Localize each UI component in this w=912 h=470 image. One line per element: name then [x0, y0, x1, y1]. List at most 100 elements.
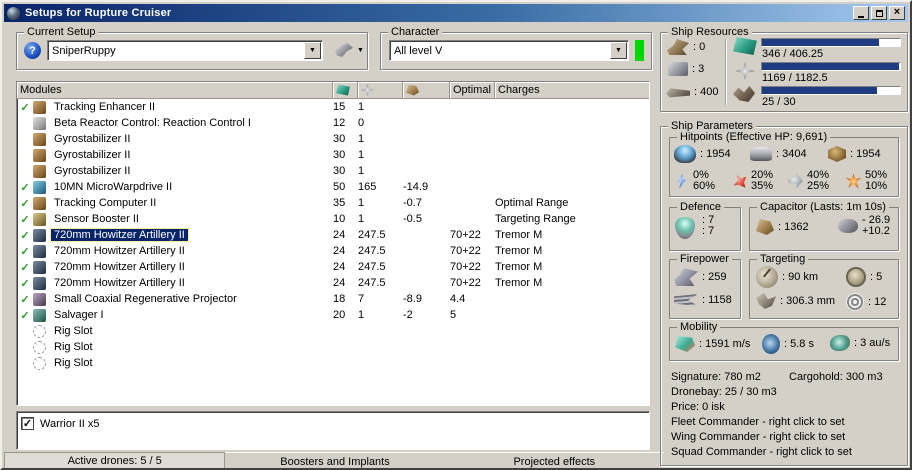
defence-value-2: : 7	[702, 225, 715, 237]
em-resist: 0% 60%	[674, 170, 715, 192]
module-name: 720mm Howitzer Artillery II	[54, 245, 185, 257]
module-row[interactable]: Beta Reactor Control: Reaction Control I…	[17, 115, 649, 131]
module-row[interactable]: Rig Slot	[17, 323, 649, 339]
module-row[interactable]: Gyrostabilizer II 30 1	[17, 147, 649, 163]
column-header-cpu[interactable]	[333, 82, 358, 98]
powergrid-bar	[761, 62, 901, 71]
column-header-powergrid[interactable]	[358, 82, 403, 98]
character-select[interactable]: All level V ▼	[389, 40, 629, 61]
module-powergrid: 247.5	[358, 245, 386, 257]
squad-commander-slot[interactable]: Squad Commander - right click to set	[671, 446, 852, 458]
module-row[interactable]: Rig Slot	[17, 355, 649, 371]
module-cpu: 30	[333, 133, 346, 145]
module-row[interactable]: ✓ 720mm Howitzer Artillery II 24 247.5 70+22…	[17, 259, 649, 275]
column-header-charges[interactable]: Charges	[495, 82, 649, 98]
active-drones-panel-header[interactable]: Active drones: 5 / 5	[4, 452, 226, 468]
projected-effects-panel-header[interactable]: Projected effects	[444, 452, 664, 468]
wing-commander-slot[interactable]: Wing Commander - right click to set	[671, 431, 845, 443]
setup-tools-button[interactable]: ▼	[331, 41, 368, 59]
boosters-implants-panel-header[interactable]: Boosters and Implants	[225, 452, 445, 468]
module-row[interactable]: ✓ Sensor Booster II 10 1 -0.5 Targeting Range	[17, 211, 649, 227]
module-cpu: 18	[333, 293, 346, 305]
window-title: Setups for Rupture Cruiser	[25, 7, 172, 19]
drone-checkbox[interactable]: ✓	[21, 417, 34, 430]
fitted-check-icon: ✓	[20, 229, 30, 242]
maximize-button[interactable]	[871, 6, 887, 20]
drone-label: Warrior II x5	[40, 417, 100, 430]
turret-hardpoints-icon	[667, 39, 689, 55]
column-header-modules[interactable]: Modules	[17, 82, 333, 98]
setup-select[interactable]: SniperRuppy ▼	[47, 40, 323, 61]
column-header-capacitor[interactable]	[403, 82, 450, 98]
module-name: Salvager I	[54, 309, 104, 321]
module-powergrid: 247.5	[358, 229, 386, 241]
module-powergrid: 165	[358, 181, 377, 193]
module-cpu: 20	[333, 309, 346, 321]
module-row[interactable]: ✓ 720mm Howitzer Artillery II 24 247.5 70+22…	[17, 227, 649, 243]
hitpoints-label: Hitpoints (Effective HP: 9,691)	[677, 131, 831, 143]
module-cap-use: -0.5	[403, 213, 422, 225]
drone-list-item[interactable]: ✓ Warrior II x5	[21, 415, 649, 432]
module-row[interactable]: ✓ Small Coaxial Regenerative Projector 18 7…	[17, 291, 649, 307]
targeting-group: Targeting : 90 km : 5 : 306.3 mm : 12	[749, 253, 899, 319]
max-targets-icon	[846, 267, 866, 287]
capacitor-icon	[756, 219, 774, 235]
module-name: Rig Slot	[54, 325, 93, 337]
module-name: 10MN MicroWarpdrive II	[54, 181, 173, 193]
module-row[interactable]: ✓ 720mm Howitzer Artillery II 24 247.5 70+22…	[17, 275, 649, 291]
module-icon	[33, 244, 46, 258]
thermal-resist-bottom: 35%	[751, 180, 774, 192]
volley-icon	[674, 294, 698, 306]
firepower-group: Firepower : 259 : 1158	[669, 253, 741, 319]
dps-icon	[674, 268, 698, 286]
fitted-check-icon: ✓	[20, 293, 30, 306]
structure-hp-icon	[828, 146, 846, 162]
em-icon	[677, 173, 686, 189]
module-icon	[33, 100, 46, 114]
close-button[interactable]: ×	[889, 6, 905, 20]
module-row[interactable]: Rig Slot	[17, 339, 649, 355]
module-row[interactable]: Gyrostabilizer II 30 1	[17, 163, 649, 179]
calibration-value: : 400	[694, 86, 719, 98]
module-row[interactable]: ✓ Salvager I 20 1 -2 5	[17, 307, 649, 323]
module-row[interactable]: ✓ 10MN MicroWarpdrive II 50 165 -14.9	[17, 179, 649, 195]
module-name: Gyrostabilizer II	[54, 165, 131, 177]
module-name: Rig Slot	[54, 357, 93, 369]
minimize-icon	[858, 15, 864, 18]
module-charge: Tremor M	[495, 261, 543, 273]
module-cpu: 35	[333, 197, 346, 209]
fitted-check-icon: ✓	[20, 277, 30, 290]
volley-value: : 1158	[702, 294, 732, 306]
module-icon	[33, 228, 46, 242]
module-icon	[33, 260, 46, 274]
max-targets-value: : 5	[870, 271, 883, 283]
explosive-resist-bottom: 10%	[865, 180, 888, 192]
dronebay-icon	[733, 86, 755, 102]
mobility-group: Mobility : 1591 m/s : 5.8 s : 3 au/s	[669, 321, 899, 361]
signature-text: Signature: 780 m2	[671, 371, 761, 383]
title-bar[interactable]: Setups for Rupture Cruiser ×	[4, 4, 908, 22]
module-optimal: 70+22	[450, 229, 481, 241]
current-setup-label: Current Setup	[24, 26, 99, 38]
module-charge: Tremor M	[495, 229, 543, 241]
defence-shield-icon	[675, 217, 695, 239]
capacitor-icon	[406, 84, 419, 96]
help-icon[interactable]: ?	[24, 42, 41, 59]
module-row[interactable]: ✓ Tracking Enhancer II 15 1	[17, 99, 649, 115]
module-name: Beta Reactor Control: Reaction Control I	[54, 117, 251, 129]
module-powergrid: 0	[358, 117, 365, 129]
scan-resolution-icon	[756, 293, 776, 309]
column-header-optimal[interactable]: Optimal	[450, 82, 495, 98]
dronebay-usage-text: 25 / 30	[762, 96, 796, 108]
minimize-button[interactable]	[853, 6, 869, 20]
module-row[interactable]: ✓ Tracking Computer II 35 1 -0.7 Optimal Rang…	[17, 195, 649, 211]
fleet-commander-slot[interactable]: Fleet Commander - right click to set	[671, 416, 845, 428]
module-powergrid: 1	[358, 101, 365, 113]
chevron-down-icon[interactable]: ▼	[304, 42, 321, 59]
module-row[interactable]: Gyrostabilizer II 30 1	[17, 131, 649, 147]
module-row[interactable]: ✓ 720mm Howitzer Artillery II 24 247.5 70+22…	[17, 243, 649, 259]
modules-table: Modules Optimal Charges ✓ Tracking Enhanc…	[16, 81, 650, 406]
dronebay-text: Dronebay: 25 / 30 m3	[671, 386, 777, 398]
chevron-down-icon[interactable]: ▼	[610, 42, 627, 59]
fitted-check-icon: ✓	[20, 309, 30, 322]
